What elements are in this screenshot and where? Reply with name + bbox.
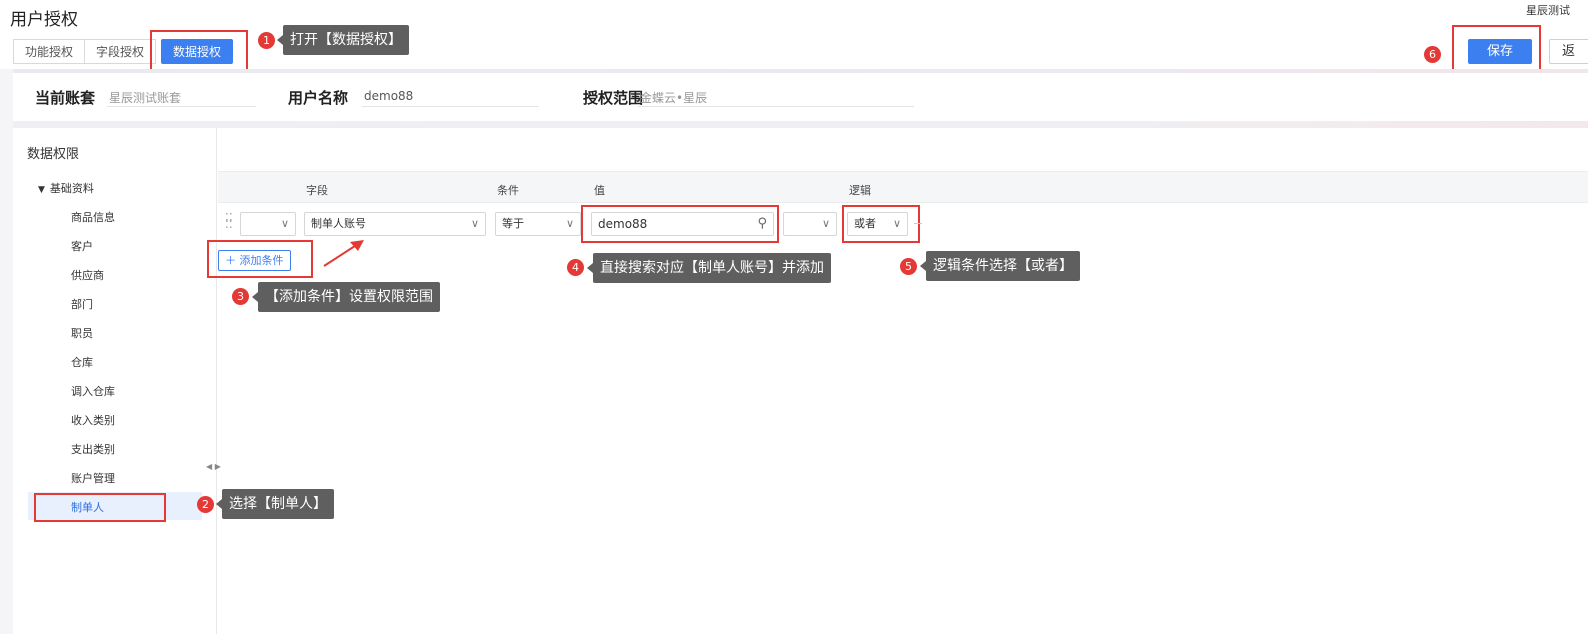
step-badge-5: 5	[900, 258, 917, 275]
col-logic: 逻辑	[849, 184, 871, 197]
account-value: 星辰测试账套	[109, 91, 182, 105]
caret-down-icon: ▼	[38, 185, 45, 195]
step-badge-6: 6	[1424, 46, 1441, 63]
chevron-down-icon: ∨	[280, 217, 289, 230]
tooltip-step-4: 直接搜索对应【制单人账号】并添加	[587, 253, 831, 283]
col-field: 字段	[306, 184, 328, 197]
tab-function-auth[interactable]: 功能授权	[13, 39, 86, 64]
bracket-close-select[interactable]: ∨	[783, 212, 837, 236]
tree-item-transfer-warehouse[interactable]: 调入仓库	[71, 383, 115, 399]
back-button[interactable]: 返	[1549, 39, 1588, 64]
account-name-corner[interactable]: 星辰测试	[1522, 1, 1574, 19]
tree-item-account-mgmt[interactable]: 账户管理	[71, 470, 115, 486]
page-title: 用户授权	[10, 10, 78, 30]
account-underline	[107, 106, 256, 107]
condition-table-header	[218, 171, 1588, 203]
col-value: 值	[594, 184, 605, 197]
tree-header: 数据权限	[27, 147, 80, 162]
tab-field-auth[interactable]: 字段授权	[84, 39, 157, 64]
scope-value: 金蝶云•星辰	[640, 91, 708, 105]
tooltip-step-5: 逻辑条件选择【或者】	[920, 251, 1080, 281]
bracket-select[interactable]: ∨	[240, 212, 296, 236]
condition-select[interactable]: 等于 ∨	[495, 212, 581, 236]
step-badge-2: 2	[197, 496, 214, 513]
left-strip	[0, 69, 13, 634]
tree-item-product[interactable]: 商品信息	[71, 209, 115, 225]
tree-item-supplier[interactable]: 供应商	[71, 267, 104, 283]
condition-select-value: 等于	[502, 217, 524, 230]
info-bar	[13, 73, 1588, 121]
tree-item-warehouse[interactable]: 仓库	[71, 354, 93, 370]
collapse-handle-icon[interactable]: ◀ ▶	[206, 462, 221, 471]
highlight-data-tab	[150, 30, 248, 72]
tree-group-label: 基础资料	[49, 182, 94, 195]
tooltip-step-3: 【添加条件】设置权限范围	[252, 282, 440, 312]
highlight-creator	[34, 493, 166, 522]
user-value: demo88	[364, 89, 414, 103]
divider-band-2	[13, 121, 1588, 128]
user-underline	[362, 106, 539, 107]
tree-item-income-type[interactable]: 收入类别	[71, 412, 115, 428]
user-label: 用户名称	[288, 89, 349, 107]
field-select-value: 制单人账号	[311, 217, 366, 230]
step-badge-3: 3	[232, 288, 249, 305]
highlight-value	[581, 205, 779, 243]
field-select[interactable]: 制单人账号 ∨	[304, 212, 486, 236]
tree-item-expense-type[interactable]: 支出类别	[71, 441, 115, 457]
col-condition: 条件	[497, 184, 519, 197]
tooltip-step-2: 选择【制单人】	[216, 489, 334, 519]
main-panel	[13, 128, 1588, 634]
row-divider	[914, 223, 922, 224]
tree-item-customer[interactable]: 客户	[71, 238, 93, 254]
tree-group-basic[interactable]: ▼ 基础资料	[38, 180, 94, 196]
step-badge-4: 4	[567, 259, 584, 276]
scope-label: 授权范围	[583, 89, 644, 107]
arrow-icon	[323, 240, 364, 267]
highlight-add-condition	[207, 240, 313, 278]
step-badge-1: 1	[258, 32, 275, 49]
scope-underline	[638, 106, 914, 107]
account-label: 当前账套	[35, 89, 96, 107]
chevron-down-icon: ∨	[565, 217, 574, 230]
highlight-save	[1452, 25, 1541, 74]
tree-item-staff[interactable]: 职员	[71, 325, 93, 341]
highlight-logic	[842, 205, 920, 243]
chevron-down-icon: ∨	[470, 217, 479, 230]
chevron-down-icon: ∨	[821, 217, 830, 230]
tree-divider	[216, 128, 217, 634]
tooltip-step-1: 打开【数据授权】	[277, 25, 409, 55]
tree-item-department[interactable]: 部门	[71, 296, 93, 312]
drag-handle-icon[interactable]: ⁚⁚ ⁚⁚	[225, 212, 233, 230]
